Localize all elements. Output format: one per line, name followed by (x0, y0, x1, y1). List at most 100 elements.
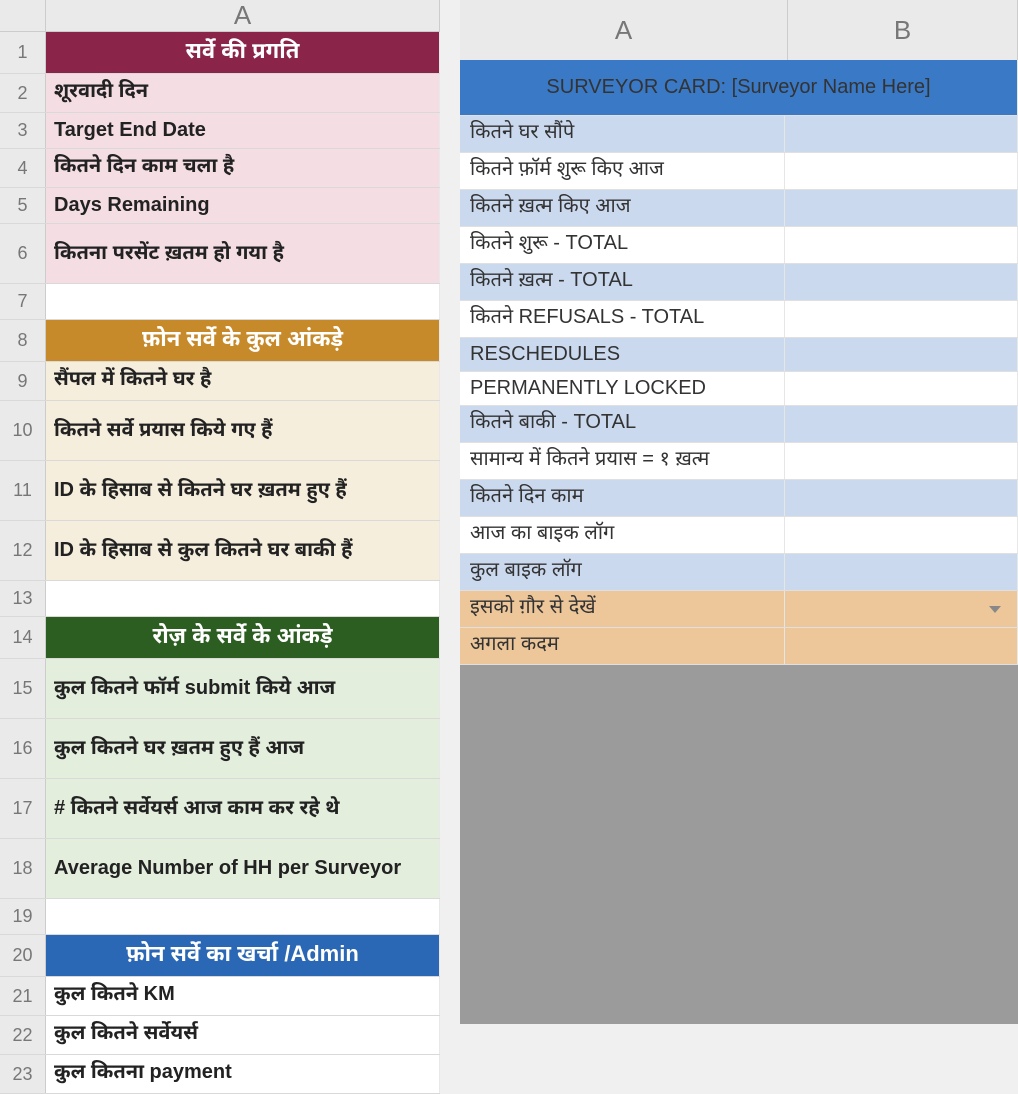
cell-A[interactable]: कितने ख़त्म किए आज (460, 190, 785, 226)
cell-A[interactable]: कुल कितने फॉर्म submit किये आज (46, 659, 440, 718)
cell-A[interactable]: अगला कदम (460, 628, 785, 664)
table-row: 2शूरवादी दिन (0, 74, 440, 113)
cell-A[interactable]: कितने घर सौंपे (460, 116, 785, 152)
table-row: कितने ख़त्म - TOTAL (460, 264, 1018, 301)
row-number[interactable]: 21 (0, 977, 46, 1015)
cell-B[interactable] (785, 517, 1018, 553)
cell-A[interactable]: कितने शुरू - TOTAL (460, 227, 785, 263)
cell-B[interactable] (785, 443, 1018, 479)
row-number[interactable]: 5 (0, 188, 46, 223)
row-number[interactable]: 8 (0, 320, 46, 361)
row-number[interactable]: 16 (0, 719, 46, 778)
cell-A[interactable]: कुल कितने घर ख़तम हुए हैं आज (46, 719, 440, 778)
row-number[interactable]: 11 (0, 461, 46, 520)
left-rows: 1सर्वे की प्रगति2शूरवादी दिन3Target End … (0, 32, 440, 1094)
row-number[interactable]: 10 (0, 401, 46, 460)
cell-A[interactable]: कितने दिन काम (460, 480, 785, 516)
row-number[interactable]: 20 (0, 935, 46, 976)
cell-B[interactable] (785, 301, 1018, 337)
table-row: 17# कितने सर्वेयर्स आज काम कर रहे थे (0, 779, 440, 839)
cell-B[interactable] (785, 372, 1018, 405)
row-number[interactable]: 13 (0, 581, 46, 616)
cell-A[interactable]: इसको ग़ौर से देखें (460, 591, 785, 627)
row-number[interactable]: 12 (0, 521, 46, 580)
cell-B[interactable] (785, 554, 1018, 590)
cell-B[interactable] (785, 227, 1018, 263)
cell-A[interactable]: सैंपल में कितने घर है (46, 362, 440, 400)
cell-A[interactable]: कितने ख़त्म - TOTAL (460, 264, 785, 300)
cell-A[interactable] (46, 284, 440, 319)
cell-B[interactable] (785, 628, 1018, 664)
cell-A[interactable]: Days Remaining (46, 188, 440, 223)
cell-A[interactable]: ID के हिसाब से कुल कितने घर बाकी हैं (46, 521, 440, 580)
cell-A[interactable]: फ़ोन सर्वे के कुल आंकड़े (46, 320, 440, 361)
cell-A[interactable]: # कितने सर्वेयर्स आज काम कर रहे थे (46, 779, 440, 838)
cell-A[interactable]: कुल बाइक लॉग (460, 554, 785, 590)
cell-A[interactable]: शूरवादी दिन (46, 74, 440, 112)
table-row: सामान्य में कितने प्रयास = १ ख़त्म (460, 443, 1018, 480)
cell-A[interactable]: आज का बाइक लॉग (460, 517, 785, 553)
cell-B[interactable] (785, 406, 1018, 442)
cell-B[interactable] (785, 480, 1018, 516)
cell-A[interactable]: सर्वे की प्रगति (46, 32, 440, 73)
table-row: 20फ़ोन सर्वे का खर्चा /Admin (0, 935, 440, 977)
row-number[interactable]: 1 (0, 32, 46, 73)
cell-B[interactable] (785, 153, 1018, 189)
surveyor-card-title: SURVEYOR CARD: [Surveyor Name Here] (460, 60, 1018, 115)
cell-A[interactable]: कुल कितने सर्वेयर्स (46, 1016, 440, 1054)
cell-A[interactable] (46, 899, 440, 934)
cell-A[interactable]: RESCHEDULES (460, 338, 785, 371)
cell-B[interactable] (785, 264, 1018, 300)
cell-A[interactable]: सामान्य में कितने प्रयास = १ ख़त्म (460, 443, 785, 479)
chevron-down-icon[interactable] (989, 606, 1001, 613)
right-rows: SURVEYOR CARD: [Surveyor Name Here] कितन… (460, 60, 1018, 665)
cell-A[interactable]: ID के हिसाब से कितने घर ख़तम हुए हैं (46, 461, 440, 520)
cell-A[interactable]: कितने REFUSALS - TOTAL (460, 301, 785, 337)
row-number[interactable]: 15 (0, 659, 46, 718)
row-number[interactable]: 3 (0, 113, 46, 148)
table-row: 3Target End Date (0, 113, 440, 149)
cell-A[interactable]: PERMANENTLY LOCKED (460, 372, 785, 405)
row-number[interactable]: 7 (0, 284, 46, 319)
cell-A[interactable]: कितने बाकी - TOTAL (460, 406, 785, 442)
cell-A[interactable]: कुल कितना payment (46, 1055, 440, 1093)
row-number[interactable]: 9 (0, 362, 46, 400)
cell-B[interactable] (785, 190, 1018, 226)
cell-A[interactable]: कुल कितने KM (46, 977, 440, 1015)
cell-A[interactable]: कितने दिन काम चला है (46, 149, 440, 187)
table-row: कितने REFUSALS - TOTAL (460, 301, 1018, 338)
table-row: 6कितना परसेंट ख़तम हो गया है (0, 224, 440, 284)
row-number[interactable]: 6 (0, 224, 46, 283)
cell-B[interactable] (785, 116, 1018, 152)
column-header-A-right[interactable]: A (460, 0, 788, 60)
table-row: 5Days Remaining (0, 188, 440, 224)
row-number[interactable]: 4 (0, 149, 46, 187)
cell-A[interactable]: कितना परसेंट ख़तम हो गया है (46, 224, 440, 283)
row-number[interactable]: 2 (0, 74, 46, 112)
row-number[interactable]: 17 (0, 779, 46, 838)
cell-A[interactable]: कितने सर्वे प्रयास किये गए हैं (46, 401, 440, 460)
row-number[interactable]: 23 (0, 1055, 46, 1093)
cell-A[interactable]: Average Number of HH per Surveyor (46, 839, 440, 898)
table-row: कुल बाइक लॉग (460, 554, 1018, 591)
column-header-B-right[interactable]: B (788, 0, 1018, 60)
cell-A[interactable]: Target End Date (46, 113, 440, 148)
row-number[interactable]: 22 (0, 1016, 46, 1054)
table-row: 13 (0, 581, 440, 617)
corner-cell[interactable] (0, 0, 46, 31)
row-number[interactable]: 18 (0, 839, 46, 898)
table-row: 16कुल कितने घर ख़तम हुए हैं आज (0, 719, 440, 779)
cell-B[interactable] (785, 338, 1018, 371)
cell-B[interactable] (785, 591, 1018, 627)
column-header-A[interactable]: A (46, 0, 440, 31)
column-headers-right: A B (460, 0, 1018, 60)
row-number[interactable]: 19 (0, 899, 46, 934)
cell-A[interactable]: कितने फ़ॉर्म शुरू किए आज (460, 153, 785, 189)
cell-A[interactable]: फ़ोन सर्वे का खर्चा /Admin (46, 935, 440, 976)
cell-A[interactable] (46, 581, 440, 616)
table-row: 21कुल कितने KM (0, 977, 440, 1016)
cell-A[interactable]: रोज़ के सर्वे के आंकड़े (46, 617, 440, 658)
empty-gray-area (460, 665, 1018, 1024)
row-number[interactable]: 14 (0, 617, 46, 658)
table-row: इसको ग़ौर से देखें (460, 591, 1018, 628)
